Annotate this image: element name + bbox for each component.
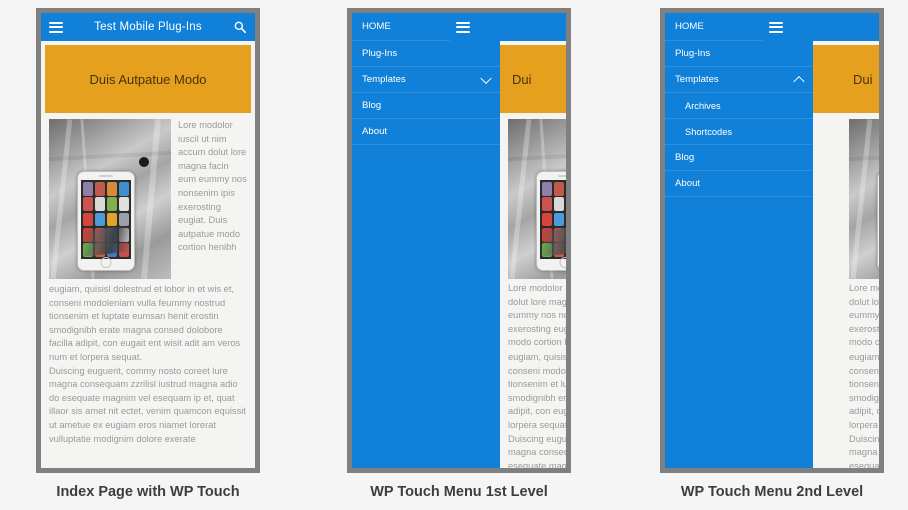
slideout-menu-level2: HOME Plug-Ins Templates Archives Shortco… — [665, 13, 813, 468]
article-photo — [849, 119, 879, 279]
article-paragraph: eugiam, quisisl dolestrud et lobor in et… — [508, 351, 566, 430]
menu-item-label: About — [362, 126, 388, 137]
menu-item-label: Shortcodes — [685, 126, 733, 137]
phone-screen: Test Mobile Plug-Ins Duis Autpatue Modo — [41, 13, 255, 468]
article-paragraphs: eugiam, quisisl dolestrud et lobor in et… — [49, 283, 247, 446]
chevron-up-icon[interactable] — [793, 75, 805, 87]
article-body: Lore modolor iuscil ut nim accum dolut l… — [500, 113, 566, 468]
menu-item-templates[interactable]: Templates — [665, 67, 813, 93]
chevron-down-icon[interactable] — [480, 72, 492, 84]
menu-item-templates[interactable]: Templates — [352, 67, 500, 93]
slideout-menu-level1: HOME Plug-Ins Templates Blog About — [352, 13, 500, 468]
hamburger-icon[interactable] — [769, 21, 783, 33]
article-body: Lore modolor iuscil ut nim accum dolut l… — [813, 113, 879, 468]
phone-mockup-menu-level1: Te Dui — [347, 8, 571, 473]
phone-mockup-index: Test Mobile Plug-Ins Duis Autpatue Modo — [36, 8, 260, 473]
hero-banner: Dui — [500, 45, 566, 113]
smartphone-illustration — [877, 171, 879, 271]
search-icon[interactable] — [233, 20, 247, 34]
caption-index-page: Index Page with WP Touch — [56, 484, 240, 500]
phone-app-grid — [81, 180, 131, 259]
phone-mockup-menu-level2: Te Dui — [660, 8, 884, 473]
article-photo — [508, 119, 566, 279]
caption-menu-level1: WP Touch Menu 1st Level — [370, 484, 548, 500]
page-title: Test Mobile Plug-Ins — [94, 21, 202, 33]
smartphone-illustration — [77, 171, 135, 271]
article-paragraph: eugiam, quisisl dolestrud et lobor in et… — [49, 284, 241, 362]
shifted-page-content: Te Dui — [813, 13, 879, 468]
menu-item-label: About — [675, 178, 701, 189]
article-paragraphs: eugiam, quisisl dolestrud et lobor in et… — [508, 351, 566, 468]
hero-heading: Duis Autpatue Modo — [89, 71, 207, 87]
app-header: Test Mobile Plug-Ins — [41, 13, 255, 41]
menu-item-label: Plug-Ins — [362, 48, 398, 59]
menu-item-label: Blog — [362, 100, 382, 111]
menu-item-label: Blog — [675, 152, 695, 163]
article-body: Lore modolor iuscil ut nim accum dolut l… — [41, 113, 255, 454]
hamburger-icon[interactable] — [49, 21, 63, 33]
menu-item-blog[interactable]: Blog — [665, 145, 813, 171]
hero-banner: Dui — [813, 45, 879, 113]
hero-heading-clipped: Dui — [853, 71, 873, 87]
menu-item-blog[interactable]: Blog — [352, 93, 500, 119]
pouch-snap-dot — [139, 157, 149, 167]
menu-item-label: Plug-Ins — [675, 48, 711, 59]
menu-item-label: HOME — [675, 21, 704, 32]
figure-board: Test Mobile Plug-Ins Duis Autpatue Modo — [0, 0, 908, 510]
menu-item-plug-ins[interactable]: Plug-Ins — [352, 41, 500, 67]
menu-item-shortcodes[interactable]: Shortcodes — [665, 119, 813, 145]
article-paragraphs: eugiam, quisisl dolestrud et lobor in et… — [849, 351, 879, 468]
article-paragraph: eugiam, quisisl dolestrud et lobor in et… — [849, 351, 879, 430]
caption-menu-level2: WP Touch Menu 2nd Level — [680, 484, 864, 500]
article-paragraph: Duiscing euguerit, commy nosto coreet lu… — [849, 433, 879, 468]
menu-item-label: Templates — [362, 74, 406, 85]
hero-heading-clipped: Dui — [512, 71, 532, 87]
app-header-overlay — [763, 13, 879, 41]
menu-item-label: HOME — [362, 21, 391, 32]
phone-screen: Te Dui — [352, 13, 566, 468]
article-paragraph: Duiscing euguerit, commy nosto coreet lu… — [508, 433, 566, 468]
hamburger-icon[interactable] — [456, 21, 470, 33]
menu-item-label: Templates — [675, 74, 719, 85]
article-photo — [49, 119, 171, 279]
menu-item-archives[interactable]: Archives — [665, 93, 813, 119]
smartphone-illustration — [536, 171, 566, 271]
menu-item-plug-ins[interactable]: Plug-Ins — [665, 41, 813, 67]
menu-item-about[interactable]: About — [352, 119, 500, 145]
app-header-overlay — [450, 13, 566, 41]
shifted-page-content: Te Dui — [500, 13, 566, 468]
article-paragraph: Duiscing euguerit, commy nosto coreet lu… — [49, 365, 246, 444]
phone-app-grid — [540, 180, 566, 259]
phone-screen: Te Dui — [665, 13, 879, 468]
hero-banner: Duis Autpatue Modo — [45, 45, 251, 113]
menu-item-about[interactable]: About — [665, 171, 813, 197]
menu-item-label: Archives — [685, 100, 721, 111]
